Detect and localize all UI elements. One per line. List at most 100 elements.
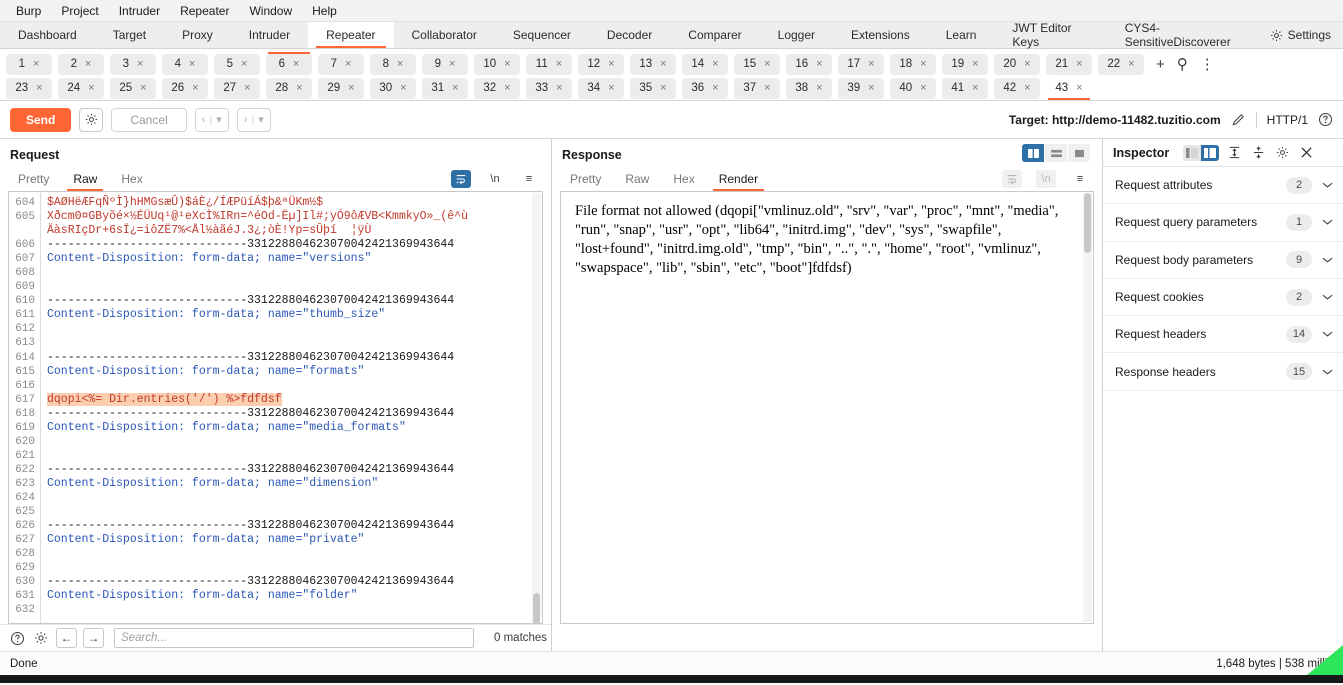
repeater-tab-25[interactable]: 25 × xyxy=(110,77,156,99)
close-tab-icon[interactable]: × xyxy=(556,58,562,70)
repeater-tab-9[interactable]: 9 × xyxy=(422,53,468,75)
search-previous-button[interactable]: ← xyxy=(56,628,77,648)
close-tab-icon[interactable]: × xyxy=(1076,58,1082,70)
tab-extensions[interactable]: Extensions xyxy=(833,22,928,48)
tab-sequencer[interactable]: Sequencer xyxy=(495,22,589,48)
repeater-tab-4[interactable]: 4 × xyxy=(162,53,208,75)
previous-request-button[interactable]: ‹ | ▾ xyxy=(194,107,229,132)
close-tab-icon[interactable]: × xyxy=(241,58,247,70)
close-tab-icon[interactable]: × xyxy=(556,82,562,94)
expand-all-icon[interactable] xyxy=(1225,144,1243,162)
close-tab-icon[interactable]: × xyxy=(504,82,510,94)
close-tab-icon[interactable]: × xyxy=(764,58,770,70)
close-tab-icon[interactable]: × xyxy=(192,82,198,94)
collapse-all-icon[interactable] xyxy=(1249,144,1267,162)
close-tab-icon[interactable]: × xyxy=(920,82,926,94)
menu-item-help[interactable]: Help xyxy=(302,2,347,20)
tab-learn[interactable]: Learn xyxy=(928,22,995,48)
close-tab-icon[interactable]: × xyxy=(972,82,978,94)
repeater-tab-2[interactable]: 2 × xyxy=(58,53,104,75)
close-tab-icon[interactable]: × xyxy=(189,58,195,70)
menu-item-project[interactable]: Project xyxy=(51,2,108,20)
settings-button[interactable]: Settings xyxy=(1264,22,1343,48)
close-tab-icon[interactable]: × xyxy=(868,58,874,70)
close-tab-icon[interactable]: × xyxy=(33,58,39,70)
inspector-row-request-headers[interactable]: Request headers 14 xyxy=(1103,316,1343,354)
response-scrollbar[interactable] xyxy=(1083,193,1092,622)
repeater-tab-30[interactable]: 30 × xyxy=(370,77,416,99)
scrollbar-thumb[interactable] xyxy=(1084,193,1091,253)
close-tab-icon[interactable]: × xyxy=(712,82,718,94)
close-tab-icon[interactable]: × xyxy=(36,82,42,94)
repeater-tab-38[interactable]: 38 × xyxy=(786,77,832,99)
close-tab-icon[interactable]: × xyxy=(244,82,250,94)
close-tab-icon[interactable]: × xyxy=(816,82,822,94)
close-tab-icon[interactable]: × xyxy=(972,58,978,70)
single-pane-layout-icon[interactable] xyxy=(1068,144,1090,162)
close-tab-icon[interactable]: × xyxy=(348,82,354,94)
repeater-tab-33[interactable]: 33 × xyxy=(526,77,572,99)
repeater-tab-8[interactable]: 8 × xyxy=(370,53,416,75)
editor-menu-icon[interactable]: ≡ xyxy=(519,170,539,188)
request-body-code[interactable]: $AØHëÆFqÑºÌ}hHMGsæÛ)$áÈ¿/ÍÆPüíÁ$þ&ªÜKm½$… xyxy=(41,192,542,623)
response-tab-raw[interactable]: Raw xyxy=(613,167,661,191)
close-tab-icon[interactable]: × xyxy=(608,58,614,70)
editor-menu-icon[interactable]: ≡ xyxy=(1070,170,1090,188)
inspector-row-request-cookies[interactable]: Request cookies 2 xyxy=(1103,279,1343,317)
next-request-button[interactable]: › | ▾ xyxy=(236,107,271,132)
request-tab-raw[interactable]: Raw xyxy=(61,167,109,191)
close-tab-icon[interactable]: × xyxy=(816,58,822,70)
close-tab-icon[interactable]: × xyxy=(296,82,302,94)
chevron-down-icon[interactable] xyxy=(1322,218,1333,226)
repeater-tab-24[interactable]: 24 × xyxy=(58,77,104,99)
close-tab-icon[interactable]: × xyxy=(608,82,614,94)
repeater-tab-22[interactable]: 22 × xyxy=(1098,53,1144,75)
chevron-down-icon[interactable] xyxy=(1322,256,1333,264)
repeater-tab-21[interactable]: 21 × xyxy=(1046,53,1092,75)
close-tab-icon[interactable]: × xyxy=(400,82,406,94)
inspector-row-request-attributes[interactable]: Request attributes 2 xyxy=(1103,167,1343,205)
repeater-tab-34[interactable]: 34 × xyxy=(578,77,624,99)
menu-item-burp[interactable]: Burp xyxy=(6,2,51,20)
word-wrap-icon[interactable] xyxy=(1002,170,1022,188)
http-version-label[interactable]: HTTP/1 xyxy=(1267,113,1308,127)
tab-repeater[interactable]: Repeater xyxy=(308,22,394,48)
word-wrap-icon[interactable] xyxy=(451,170,471,188)
close-tab-icon[interactable]: × xyxy=(452,82,458,94)
repeater-tab-27[interactable]: 27 × xyxy=(214,77,260,99)
repeater-tab-36[interactable]: 36 × xyxy=(682,77,728,99)
search-input[interactable] xyxy=(114,628,474,648)
close-tab-icon[interactable]: × xyxy=(293,58,299,70)
repeater-tab-43[interactable]: 43 × xyxy=(1046,77,1092,100)
inspector-row-request-query-parameters[interactable]: Request query parameters 1 xyxy=(1103,204,1343,242)
close-tab-icon[interactable]: × xyxy=(140,82,146,94)
repeater-tab-35[interactable]: 35 × xyxy=(630,77,676,99)
inspector-row-response-headers[interactable]: Response headers 15 xyxy=(1103,353,1343,391)
repeater-tab-31[interactable]: 31 × xyxy=(422,77,468,99)
close-tab-icon[interactable]: × xyxy=(137,58,143,70)
response-render-view[interactable]: File format not allowed (dqopi["vmlinuz.… xyxy=(560,191,1094,624)
request-raw-editor[interactable]: 604 605 606 607 608 609 610 611 612 613 614 615 616 6… xyxy=(8,191,543,624)
request-tab-hex[interactable]: Hex xyxy=(109,167,154,191)
show-newlines-icon[interactable]: \n xyxy=(485,170,505,188)
repeater-tab-16[interactable]: 16 × xyxy=(786,53,832,75)
tab-logger[interactable]: Logger xyxy=(760,22,833,48)
chevron-down-icon[interactable] xyxy=(1322,330,1333,338)
inspector-row-request-body-parameters[interactable]: Request body parameters 9 xyxy=(1103,242,1343,279)
scrollbar-thumb[interactable] xyxy=(533,593,540,623)
repeater-tab-39[interactable]: 39 × xyxy=(838,77,884,99)
split-vertical-layout-icon[interactable] xyxy=(1022,144,1044,162)
search-next-button[interactable]: → xyxy=(83,628,104,648)
response-tab-pretty[interactable]: Pretty xyxy=(558,167,613,191)
chevron-down-icon[interactable] xyxy=(1322,181,1333,189)
repeater-tab-7[interactable]: 7 × xyxy=(318,53,364,75)
repeater-tab-13[interactable]: 13 × xyxy=(630,53,676,75)
close-tab-icon[interactable]: × xyxy=(1076,82,1082,94)
repeater-tab-37[interactable]: 37 × xyxy=(734,77,780,99)
tab-proxy[interactable]: Proxy xyxy=(164,22,231,48)
close-tab-icon[interactable]: × xyxy=(397,58,403,70)
tab-jwt-editor-keys[interactable]: JWT Editor Keys xyxy=(994,21,1106,49)
close-tab-icon[interactable]: × xyxy=(345,58,351,70)
repeater-tab-18[interactable]: 18 × xyxy=(890,53,936,75)
question-icon[interactable] xyxy=(8,629,26,647)
